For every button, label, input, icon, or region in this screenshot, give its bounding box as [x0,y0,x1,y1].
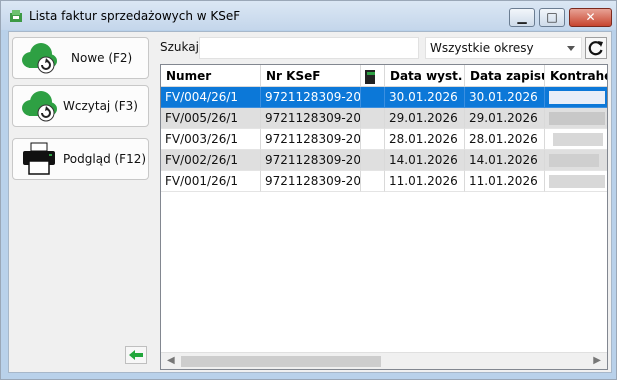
cell-kontrahent-redacted [545,150,607,171]
cell-numer: FV/005/26/1 [161,108,261,129]
load-button[interactable]: Wczytaj (F3) [12,85,149,127]
minimize-button[interactable]: ▁ [509,8,535,27]
cell-document [361,150,385,171]
cell-document [361,129,385,150]
table-row[interactable]: FV/004/26/1 9721128309-2026 30.01.2026 3… [161,87,607,108]
search-input[interactable] [199,37,419,59]
cloud-refresh-icon [22,91,57,122]
new-invoice-button[interactable]: Nowe (F2) [12,37,149,79]
scroll-left-icon[interactable]: ◀ [167,355,175,366]
cell-data-zapisu: 29.01.2026 [465,108,545,129]
cell-nr-ksef: 9721128309-2026 [261,87,361,108]
load-label: Wczytaj (F3) [63,99,138,113]
cell-kontrahent-redacted [545,108,607,129]
invoice-table[interactable]: Numer Nr KSeF Data wyst. Data zapisu Kon… [160,64,608,370]
maximize-icon: □ [546,10,558,24]
column-header-document[interactable] [361,65,385,87]
cell-data-zapisu: 30.01.2026 [465,87,545,108]
chevron-down-icon [567,46,575,51]
document-icon [365,70,375,84]
refresh-icon [588,41,603,56]
cell-data-zapisu: 28.01.2026 [465,129,545,150]
cell-nr-ksef: 9721128309-2026 [261,108,361,129]
table-row[interactable]: FV/003/26/1 9721128309-2026 28.01.2026 2… [161,129,607,150]
cell-nr-ksef: 9721128309-2026 [261,129,361,150]
refresh-button[interactable] [585,37,607,59]
cell-numer: FV/002/26/1 [161,150,261,171]
period-value: Wszystkie okresy [430,41,534,55]
maximize-button[interactable]: □ [539,8,565,27]
app-window: Lista faktur sprzedażowych w KSeF ▁ □ ✕ … [0,0,617,380]
cell-data-wyst: 11.01.2026 [385,171,465,192]
window-title: Lista faktur sprzedażowych w KSeF [29,9,241,23]
cell-data-wyst: 30.01.2026 [385,87,465,108]
app-icon [10,10,22,22]
column-header-nr-ksef[interactable]: Nr KSeF [261,65,361,87]
cell-kontrahent-redacted [545,171,607,192]
client-area: Nowe (F2) Wczytaj (F3) Podgląd (F12) Szu… [8,31,612,373]
preview-label: Podgląd (F12) [63,152,147,166]
column-header-numer[interactable]: Numer [161,65,261,87]
scroll-right-icon[interactable]: ▶ [593,355,601,366]
period-select[interactable]: Wszystkie okresy [425,37,582,59]
cell-numer: FV/003/26/1 [161,129,261,150]
cell-data-zapisu: 14.01.2026 [465,150,545,171]
scrollbar-thumb[interactable] [181,356,381,367]
cloud-refresh-icon [22,43,57,74]
table-header: Numer Nr KSeF Data wyst. Data zapisu Kon… [161,65,607,87]
cell-kontrahent-redacted [545,129,607,150]
horizontal-scrollbar[interactable]: ◀ ▶ [161,352,607,369]
table-row[interactable]: FV/005/26/1 9721128309-2026 29.01.2026 2… [161,108,607,129]
cell-data-wyst: 28.01.2026 [385,129,465,150]
cell-numer: FV/004/26/1 [161,87,261,108]
table-row[interactable]: FV/001/26/1 9721128309-2026 11.01.2026 1… [161,171,607,192]
cell-document [361,171,385,192]
cell-kontrahent-redacted [545,87,607,108]
cell-nr-ksef: 9721128309-2026 [261,150,361,171]
column-header-kontrahent[interactable]: Kontrahent [545,65,607,87]
preview-button[interactable]: Podgląd (F12) [12,138,149,180]
cell-document [361,87,385,108]
new-invoice-label: Nowe (F2) [71,51,133,65]
cell-numer: FV/001/26/1 [161,171,261,192]
table-row[interactable]: FV/002/26/1 9721128309-2026 14.01.2026 1… [161,150,607,171]
cell-data-wyst: 29.01.2026 [385,108,465,129]
printer-icon [23,142,55,175]
cell-nr-ksef: 9721128309-2026 [261,171,361,192]
title-bar[interactable]: Lista faktur sprzedażowych w KSeF ▁ □ ✕ [1,1,616,30]
cell-data-zapisu: 11.01.2026 [465,171,545,192]
cell-document [361,108,385,129]
column-header-data-zapisu[interactable]: Data zapisu [465,65,545,87]
close-icon: ✕ [585,10,596,24]
close-button[interactable]: ✕ [569,8,612,27]
back-button[interactable] [125,346,147,364]
search-label: Szukaj [160,40,199,54]
column-header-data-wyst[interactable]: Data wyst. [385,65,465,87]
cell-data-wyst: 14.01.2026 [385,150,465,171]
minimize-icon: ▁ [517,10,527,24]
back-arrow-icon [129,350,143,360]
